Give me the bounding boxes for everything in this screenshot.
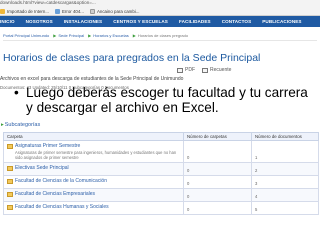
browser-toolbar: downloads.html?view=catdescargas&option=… bbox=[0, 0, 320, 16]
table-header-row: Carpeta Número de carpetas Número de doc… bbox=[3, 132, 319, 141]
nav-item-facilidades[interactable]: FACILIDADES bbox=[179, 19, 211, 24]
url-bar[interactable]: downloads.html?view=catdescargas&option=… bbox=[0, 0, 96, 5]
instruction-overlay: • Luego deberás escoger tu facultad y tu… bbox=[14, 85, 314, 116]
folder-cell: Facultad de Ciencias de la Comunicación bbox=[3, 175, 184, 189]
folder-name: Asignaturas Primer Semestre bbox=[15, 143, 81, 149]
nav-item-nosotros[interactable]: NOSOTROS bbox=[26, 19, 53, 24]
table-row[interactable]: Asignaturas Primer Semestre Asignaturas … bbox=[3, 140, 319, 163]
bookmark-item[interactable]: Importado de Intern... bbox=[0, 8, 49, 14]
column-header-folder: Carpeta bbox=[3, 132, 184, 141]
page-icon bbox=[89, 8, 95, 14]
folder-count: 0 bbox=[183, 140, 252, 163]
document-count: 3 bbox=[251, 175, 319, 189]
star-icon bbox=[0, 8, 5, 14]
document-count: 2 bbox=[251, 162, 319, 176]
main-nav: INICIO NOSOTROS INSTALACIONES CENTROS Y … bbox=[0, 16, 320, 27]
category-description: Archivos en excel para descarga de estud… bbox=[0, 76, 184, 82]
breadcrumb-link[interactable]: Sede Principal bbox=[58, 33, 84, 38]
bookmark-label: Importado de Intern... bbox=[7, 8, 49, 14]
bookmark-item[interactable]: Ancaino para cambi... bbox=[89, 8, 140, 14]
email-button[interactable]: Recuente bbox=[202, 67, 231, 73]
table-row[interactable]: Electivas Sede Principal 0 2 bbox=[3, 162, 319, 176]
folder-icon bbox=[7, 165, 13, 171]
folder-cell: Facultad de Ciencias Empresariales bbox=[3, 188, 184, 202]
bookmarks-bar: Importado de Intern... Error 404... Anca… bbox=[0, 7, 145, 15]
column-header-folders: Número de carpetas bbox=[183, 132, 252, 141]
folder-link[interactable]: Facultad de Ciencias de la Comunicación bbox=[7, 178, 180, 184]
folder-cell: Electivas Sede Principal bbox=[3, 162, 184, 176]
print-icon bbox=[177, 67, 183, 73]
instruction-line: y descargar el archivo en Excel. bbox=[14, 99, 314, 116]
folder-link[interactable]: Facultad de Ciencias Humanas y Sociales bbox=[7, 204, 180, 210]
table-row[interactable]: Facultad de Ciencias Empresariales 0 4 bbox=[3, 188, 319, 202]
folder-link[interactable]: Electivas Sede Principal bbox=[7, 165, 180, 171]
nav-item-publicaciones[interactable]: PUBLICACIONES bbox=[262, 19, 301, 24]
breadcrumb-link[interactable]: Portal Principal Unimundo bbox=[3, 33, 49, 38]
table-row[interactable]: Facultad de Ciencias Humanas y Sociales … bbox=[3, 201, 319, 215]
bookmark-label: Error 404... bbox=[61, 8, 84, 14]
document-count: 5 bbox=[251, 201, 319, 215]
instruction-text-2: y descargar el archivo en Excel. bbox=[26, 99, 219, 115]
folder-icon bbox=[7, 143, 13, 149]
bookmark-label: Ancaino para cambi... bbox=[96, 8, 140, 14]
bookmark-item[interactable]: Error 404... bbox=[54, 8, 84, 14]
column-header-docs: Número de documentos bbox=[251, 132, 319, 141]
nav-item-inicio[interactable]: INICIO bbox=[0, 19, 15, 24]
chevron-right-icon: ▶ bbox=[132, 33, 136, 38]
page-title: Horarios de clases para pregrados en la … bbox=[3, 52, 261, 64]
chevron-right-icon: ▶ bbox=[53, 33, 57, 38]
category-table: Carpeta Número de carpetas Número de doc… bbox=[3, 132, 319, 215]
email-label: Recuente bbox=[210, 67, 232, 73]
document-count: 4 bbox=[251, 188, 319, 202]
folder-name: Facultad de Ciencias Empresariales bbox=[15, 191, 96, 197]
instruction-line: • Luego deberás escoger tu facultad y tu… bbox=[14, 85, 314, 101]
breadcrumb-link[interactable]: Horarios y Escuelas bbox=[93, 33, 129, 38]
subcategories-label: Subcategorías bbox=[4, 122, 41, 128]
folder-count: 0 bbox=[183, 188, 252, 202]
instruction-text-1: Luego deberás escoger tu facultad y tu c… bbox=[26, 85, 308, 100]
chevron-right-icon: ▶ bbox=[88, 33, 92, 38]
breadcrumb-current: Horarios de clases pregrado bbox=[137, 33, 189, 38]
folder-cell: Asignaturas Primer Semestre Asignaturas … bbox=[3, 140, 184, 163]
folder-link[interactable]: Asignaturas Primer Semestre bbox=[7, 143, 180, 149]
breadcrumb: Portal Principal Unimundo ▶ Sede Princip… bbox=[3, 33, 188, 38]
folder-cell: Facultad de Ciencias Humanas y Sociales bbox=[3, 201, 184, 215]
mail-icon bbox=[202, 67, 208, 73]
subcategories-heading: ▸Subcategorías bbox=[1, 122, 40, 128]
folder-icon bbox=[7, 204, 13, 210]
folder-name: Facultad de Ciencias Humanas y Sociales bbox=[15, 204, 109, 210]
folder-name: Electivas Sede Principal bbox=[15, 165, 69, 171]
divider bbox=[3, 40, 317, 41]
nav-item-centros[interactable]: CENTROS Y ESCUELAS bbox=[113, 19, 168, 24]
folder-icon bbox=[7, 191, 13, 197]
nav-item-instalaciones[interactable]: INSTALACIONES bbox=[64, 19, 102, 24]
folder-count: 0 bbox=[183, 175, 252, 189]
bullet-icon: • bbox=[14, 85, 19, 100]
folder-icon bbox=[7, 178, 13, 184]
folder-count: 0 bbox=[183, 201, 252, 215]
document-count: 1 bbox=[251, 140, 319, 163]
bullet-icon: ▸ bbox=[1, 122, 4, 128]
table-row[interactable]: Facultad de Ciencias de la Comunicación … bbox=[3, 175, 319, 189]
pdf-label: PDF bbox=[185, 67, 195, 73]
folder-link[interactable]: Facultad de Ciencias Empresariales bbox=[7, 191, 180, 197]
folder-description: Asignaturas de primer semestre para inge… bbox=[15, 150, 177, 160]
pdf-button[interactable]: PDF bbox=[177, 67, 195, 73]
doc-icon bbox=[54, 8, 60, 14]
nav-item-contactos[interactable]: CONTACTOS bbox=[222, 19, 252, 24]
folder-name: Facultad de Ciencias de la Comunicación bbox=[15, 178, 107, 184]
folder-count: 0 bbox=[183, 162, 252, 176]
